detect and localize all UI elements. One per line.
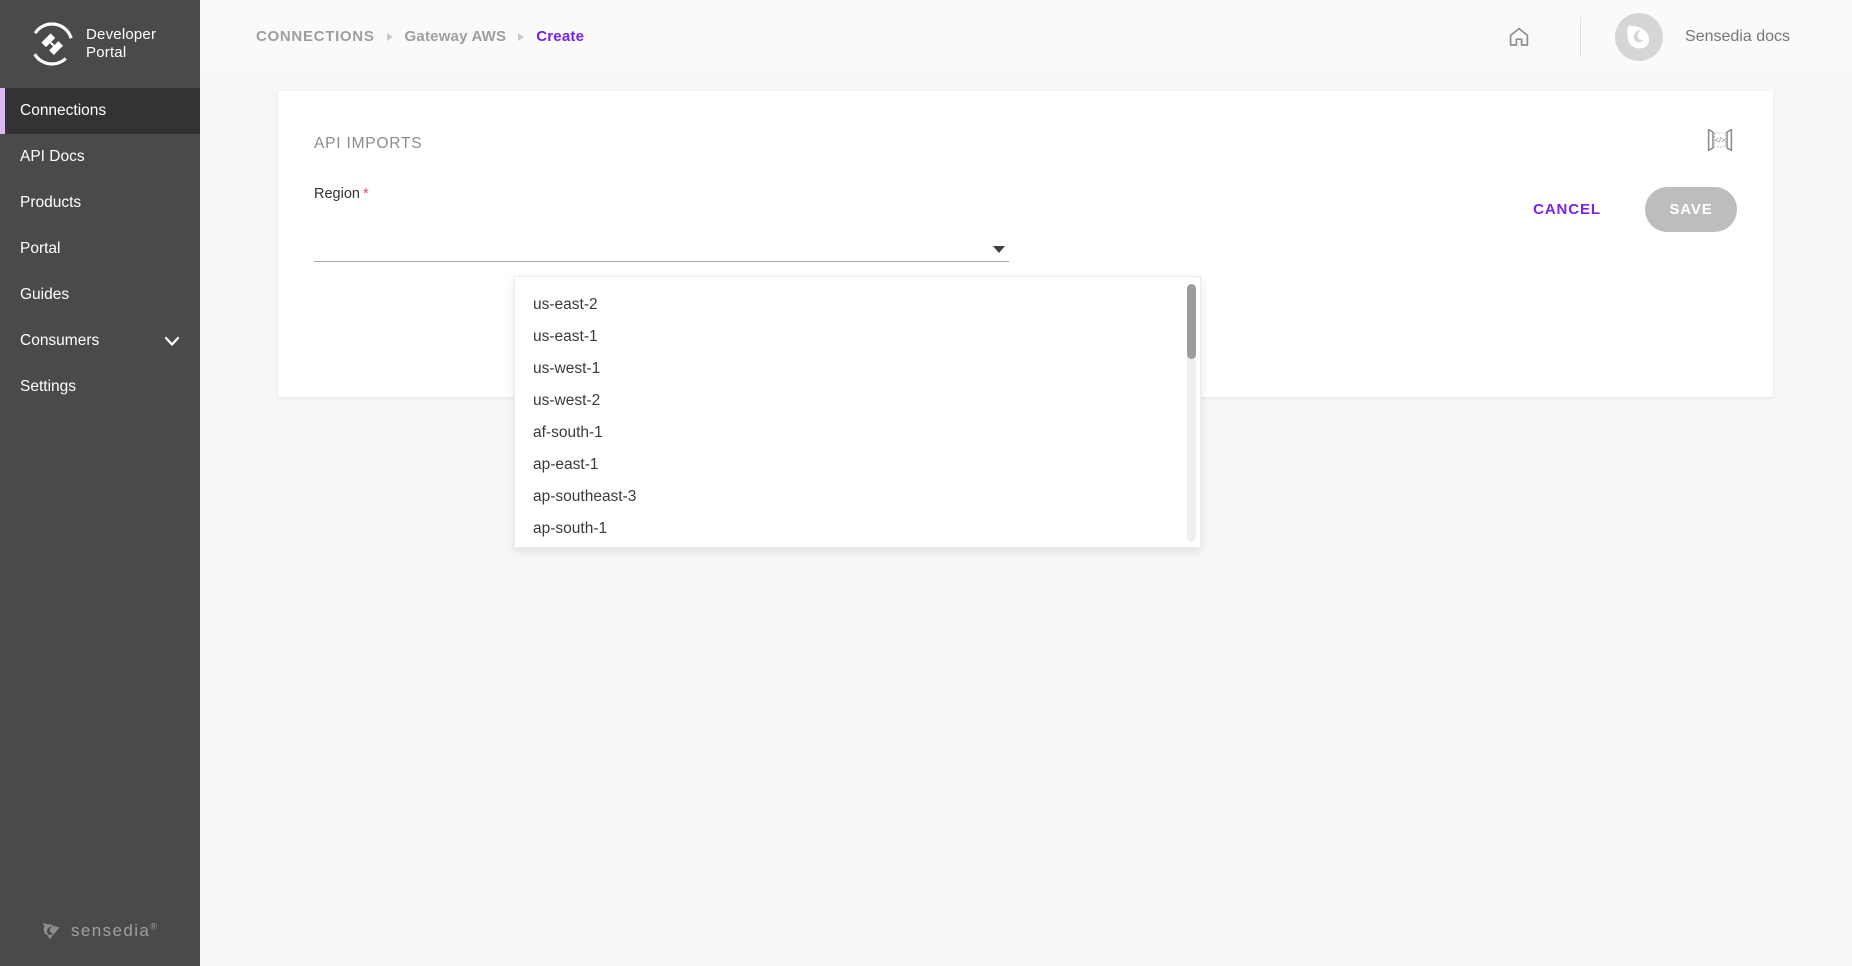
app-root: Developer Portal Connections API Docs Pro… <box>0 0 1852 966</box>
sidebar-item-label: Consumers <box>20 332 100 349</box>
sidebar-item-label: Settings <box>20 378 77 395</box>
region-option[interactable]: af-south-1 <box>515 417 1200 449</box>
developer-portal-logo-icon <box>30 22 74 66</box>
region-dropdown-panel: us-east-2 us-east-1 us-west-1 us-west-2 … <box>514 276 1201 548</box>
region-option[interactable]: ap-south-1 <box>515 513 1200 545</box>
required-marker: * <box>362 186 369 202</box>
sidebar-item-api-docs[interactable]: API Docs <box>0 134 200 180</box>
sidebar-item-label: Products <box>20 194 82 211</box>
sidebar-footer-brand: sensedia® <box>0 896 200 966</box>
region-option[interactable]: ap-southeast-3 <box>515 481 1200 513</box>
avatar <box>1615 12 1664 61</box>
sidebar: Developer Portal Connections API Docs Pro… <box>0 0 200 966</box>
sidebar-logo-label: Developer Portal <box>86 26 157 61</box>
region-option[interactable]: us-east-2 <box>515 289 1200 321</box>
sidebar-item-settings[interactable]: Settings <box>0 364 200 410</box>
cancel-button[interactable]: CANCEL <box>1519 189 1615 230</box>
breadcrumb: CONNECTIONS Gateway AWS Create <box>256 28 1492 45</box>
breadcrumb-separator-icon <box>518 32 525 41</box>
sensedia-wordmark: sensedia® <box>71 921 159 940</box>
dropdown-scrollbar-track[interactable] <box>1187 284 1196 542</box>
chevron-down-icon <box>162 331 182 351</box>
sidebar-item-label: Portal <box>20 240 61 257</box>
user-name-label: Sensedia docs <box>1685 27 1790 45</box>
breadcrumb-separator-icon <box>386 32 393 41</box>
topbar: CONNECTIONS Gateway AWS Create Sensedia … <box>200 0 1852 73</box>
card-header: API IMPORTS </> <box>278 91 1773 153</box>
region-option-list: us-east-2 us-east-1 us-west-1 us-west-2 … <box>515 277 1200 547</box>
sidebar-item-label: API Docs <box>20 148 85 165</box>
breadcrumb-item-gateway-aws[interactable]: Gateway AWS <box>405 28 507 45</box>
sidebar-item-connections[interactable]: Connections <box>0 88 200 134</box>
region-select[interactable] <box>314 231 1009 262</box>
main-content: CONNECTIONS Gateway AWS Create Sensedia … <box>200 0 1852 966</box>
region-field-label-row: Region * <box>314 185 1009 203</box>
sidebar-nav: Connections API Docs Products Portal Gui… <box>0 88 200 410</box>
region-option[interactable]: us-west-2 <box>515 385 1200 417</box>
sidebar-item-guides[interactable]: Guides <box>0 272 200 318</box>
sensedia-logo-icon <box>40 920 62 942</box>
sidebar-item-label: Connections <box>20 102 107 119</box>
region-field: Region * <box>314 185 1009 262</box>
region-option[interactable]: us-east-1 <box>515 321 1200 353</box>
sidebar-item-products[interactable]: Products <box>0 180 200 226</box>
region-label: Region <box>314 186 360 202</box>
save-button[interactable]: SAVE <box>1645 187 1737 232</box>
card-actions: CANCEL SAVE <box>1519 187 1737 232</box>
sidebar-item-portal[interactable]: Portal <box>0 226 200 272</box>
region-option[interactable]: us-west-1 <box>515 353 1200 385</box>
topbar-right: Sensedia docs <box>1492 0 1852 73</box>
region-select-value <box>314 257 993 261</box>
svg-text:</>: </> <box>1715 136 1726 145</box>
breadcrumb-item-create: Create <box>536 28 585 45</box>
dropdown-scrollbar-thumb[interactable] <box>1187 284 1196 359</box>
sidebar-item-consumers[interactable]: Consumers <box>0 318 200 364</box>
sidebar-item-label: Guides <box>20 286 70 303</box>
home-icon[interactable] <box>1492 0 1546 73</box>
dropdown-arrow-icon[interactable] <box>993 246 1005 253</box>
card-title: API IMPORTS <box>314 135 423 152</box>
api-code-import-icon[interactable]: </> <box>1703 123 1737 157</box>
card-form: Region * CANCEL SAVE <box>278 185 1773 262</box>
sidebar-logo[interactable]: Developer Portal <box>0 0 200 88</box>
user-menu[interactable]: Sensedia docs <box>1615 12 1852 61</box>
region-option[interactable]: ap-east-1 <box>515 449 1200 481</box>
breadcrumb-item-connections[interactable]: CONNECTIONS <box>256 28 375 45</box>
topbar-divider <box>1580 16 1582 57</box>
